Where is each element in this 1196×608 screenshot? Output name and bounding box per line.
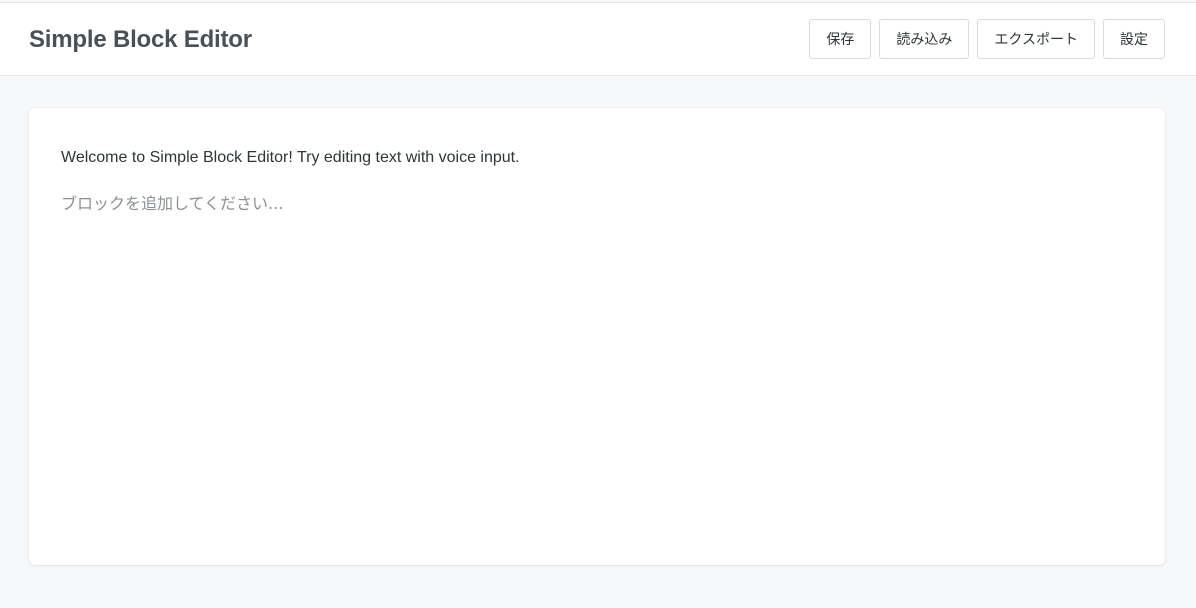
settings-button[interactable]: 設定 [1103, 19, 1165, 59]
text-block[interactable]: Welcome to Simple Block Editor! Try edit… [61, 148, 1133, 168]
load-button[interactable]: 読み込み [879, 19, 970, 59]
editor-area: Welcome to Simple Block Editor! Try edit… [29, 108, 1165, 565]
save-button[interactable]: 保存 [809, 19, 872, 59]
new-block-placeholder[interactable]: ブロックを追加してください... [61, 194, 1133, 214]
app-title: Simple Block Editor [29, 26, 252, 53]
export-button[interactable]: エクスポート [977, 19, 1095, 59]
toolbar: 保存 読み込み エクスポート 設定 [809, 19, 1165, 59]
app-header: Simple Block Editor 保存 読み込み エクスポート 設定 [0, 2, 1196, 76]
